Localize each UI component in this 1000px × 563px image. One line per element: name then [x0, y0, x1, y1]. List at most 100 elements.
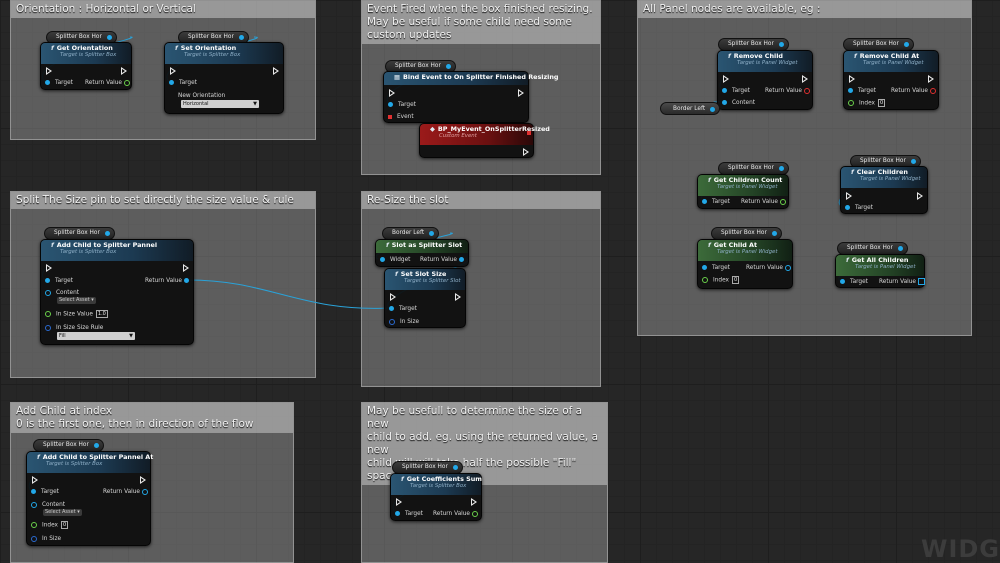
- exec-out-pin[interactable]: [121, 67, 127, 75]
- function-icon: f: [854, 52, 857, 60]
- border-left-variable-node[interactable]: Border Left: [660, 102, 721, 115]
- exec-out-pin[interactable]: [183, 264, 189, 272]
- node-slot-as-splitter[interactable]: f Slot as Splitter Slot Widget Return Val…: [375, 239, 469, 267]
- exec-in-pin[interactable]: [723, 75, 729, 83]
- node-title: f Get Orientation: [51, 44, 127, 52]
- exec-in-pin[interactable]: [32, 476, 38, 484]
- node-set-orientation[interactable]: f Set Orientation Target is Splitter Box …: [164, 42, 284, 114]
- exec-out-pin[interactable]: [802, 75, 808, 83]
- return-value-pin[interactable]: Return Value: [741, 198, 791, 206]
- index-pin[interactable]: Index 0: [702, 276, 740, 285]
- node-add-child-at[interactable]: f Add Child to Splitter Pannel At Target …: [26, 451, 153, 546]
- content-pin[interactable]: Content: [31, 501, 65, 509]
- return-value-pin[interactable]: Return Value: [879, 278, 925, 286]
- exec-out-pin[interactable]: [471, 498, 477, 506]
- index-pin[interactable]: Index 0: [848, 99, 886, 108]
- exec-in-pin[interactable]: [396, 498, 402, 506]
- target-pin[interactable]: Target: [840, 278, 868, 286]
- node-subtitle: Target is Panel Widget: [855, 264, 916, 270]
- content-pin[interactable]: Content: [45, 289, 79, 297]
- variable-label: Splitter Box Hor: [860, 158, 906, 164]
- variable-label: Border Left: [392, 230, 425, 236]
- in-size-value-pin[interactable]: In Size Value 1.0: [45, 310, 108, 319]
- target-pin[interactable]: Target: [848, 87, 876, 95]
- node-clear-children[interactable]: f Clear Children Target is Panel Widget T…: [840, 166, 928, 214]
- node-header: ◆ BP_MyEvent_OnSplitterResized Custom Eve…: [420, 124, 550, 145]
- select-asset-dropdown[interactable]: Select Asset ▾: [43, 509, 82, 516]
- return-value-pin[interactable]: Return Value: [746, 264, 796, 272]
- node-remove-child[interactable]: f Remove Child Target is Panel Widget Tar…: [717, 50, 813, 110]
- target-pin[interactable]: Target: [395, 510, 423, 518]
- return-value-pin[interactable]: Return Value: [891, 87, 941, 95]
- exec-out-pin[interactable]: [917, 192, 923, 200]
- exec-in-pin[interactable]: [849, 75, 855, 83]
- in-size-pin[interactable]: In Size: [31, 535, 61, 543]
- chevron-down-icon: ▼: [129, 333, 133, 339]
- index-input[interactable]: 0: [60, 521, 69, 529]
- node-get-orientation[interactable]: f Get Orientation Target is Splitter Box …: [40, 42, 132, 90]
- node-subtitle: Target is Panel Widget: [737, 60, 798, 66]
- target-pin[interactable]: Target: [389, 305, 417, 313]
- node-title: ▦ Bind Event to On Splitter Finished Resi…: [394, 73, 558, 81]
- size-rule-dropdown[interactable]: Fill ▼: [57, 332, 135, 340]
- exec-in-pin[interactable]: [389, 89, 395, 97]
- orientation-dropdown[interactable]: Horizontal ▼: [181, 100, 259, 108]
- node-title: ◆ BP_MyEvent_OnSplitterResized: [430, 125, 550, 133]
- variable-label: Splitter Box Hor: [853, 41, 899, 47]
- target-pin[interactable]: Target: [702, 198, 730, 206]
- node-add-child-pannel[interactable]: f Add Child to Splitter Pannel Target is …: [40, 239, 194, 345]
- return-value-pin[interactable]: Return Value: [85, 79, 135, 87]
- new-orientation-pin[interactable]: New Orientation: [178, 92, 225, 100]
- exec-in-pin[interactable]: [46, 67, 52, 75]
- exec-out-pin[interactable]: [518, 89, 524, 97]
- node-coefficients-sum[interactable]: f Get Coefficients Sum Target is Splitter…: [390, 473, 482, 521]
- content-pin[interactable]: Content: [722, 99, 755, 107]
- node-remove-child-at[interactable]: f Remove Child At Target is Panel Widget …: [843, 50, 939, 110]
- index-input[interactable]: 0: [731, 276, 740, 284]
- node-get-all-children[interactable]: f Get All Children Target is Panel Widget…: [835, 254, 925, 288]
- node-get-children-count[interactable]: f Get Children Count Target is Panel Widg…: [697, 174, 789, 209]
- node-subtitle: Target is Splitter Box: [184, 52, 241, 58]
- event-pin[interactable]: Event: [388, 113, 414, 121]
- title-text: Slot as Splitter Slot: [391, 241, 463, 249]
- exec-out-pin[interactable]: [455, 293, 461, 301]
- node-subtitle: Custom Event: [439, 133, 477, 139]
- return-value-pin[interactable]: Return Value: [103, 488, 153, 496]
- index-pin[interactable]: Index 0: [31, 521, 69, 530]
- index-input[interactable]: 0: [877, 99, 886, 107]
- function-icon: f: [846, 256, 849, 264]
- target-pin[interactable]: Target: [169, 79, 197, 87]
- select-asset-dropdown[interactable]: Select Asset ▾: [57, 297, 96, 304]
- return-value-pin[interactable]: Return Value: [145, 277, 194, 285]
- node-get-child-at[interactable]: f Get Child At Target is Panel Widget Tar…: [697, 239, 793, 289]
- node-custom-event[interactable]: ◆ BP_MyEvent_OnSplitterResized Custom Eve…: [419, 123, 550, 158]
- in-size-pin[interactable]: In Size: [389, 318, 419, 326]
- exec-in-pin[interactable]: [170, 67, 176, 75]
- delegate-pin[interactable]: [527, 131, 531, 135]
- return-value-pin[interactable]: Return Value: [433, 510, 483, 518]
- widget-pin[interactable]: Widget: [380, 256, 410, 264]
- target-pin[interactable]: Target: [31, 488, 59, 496]
- return-value-pin[interactable]: Return Value: [420, 256, 469, 264]
- exec-out-pin[interactable]: [140, 476, 146, 484]
- target-pin[interactable]: Target: [388, 101, 416, 109]
- target-pin[interactable]: Target: [845, 204, 873, 212]
- target-pin[interactable]: Target: [45, 277, 73, 285]
- target-pin[interactable]: Target: [702, 264, 730, 272]
- title-text: Remove Child: [733, 52, 784, 60]
- exec-out-pin[interactable]: [273, 67, 279, 75]
- in-size-rule-pin[interactable]: In Size Size Rule: [45, 324, 103, 332]
- size-value-input[interactable]: 1.0: [95, 310, 108, 318]
- variable-label: Splitter Box Hor: [43, 442, 89, 448]
- exec-out-pin[interactable]: [928, 75, 934, 83]
- exec-out-pin[interactable]: [523, 148, 529, 156]
- target-pin[interactable]: Target: [45, 79, 73, 87]
- target-pin[interactable]: Target: [722, 87, 750, 95]
- node-bind-event[interactable]: ▦ Bind Event to On Splitter Finished Resi…: [383, 71, 558, 123]
- exec-in-pin[interactable]: [390, 293, 396, 301]
- return-value-pin[interactable]: Return Value: [765, 87, 815, 95]
- exec-in-pin[interactable]: [46, 264, 52, 272]
- node-set-slot-size[interactable]: f Set Slot Size Target is Splitter Slot T…: [384, 268, 466, 328]
- exec-in-pin[interactable]: [846, 192, 852, 200]
- function-icon: f: [175, 44, 178, 52]
